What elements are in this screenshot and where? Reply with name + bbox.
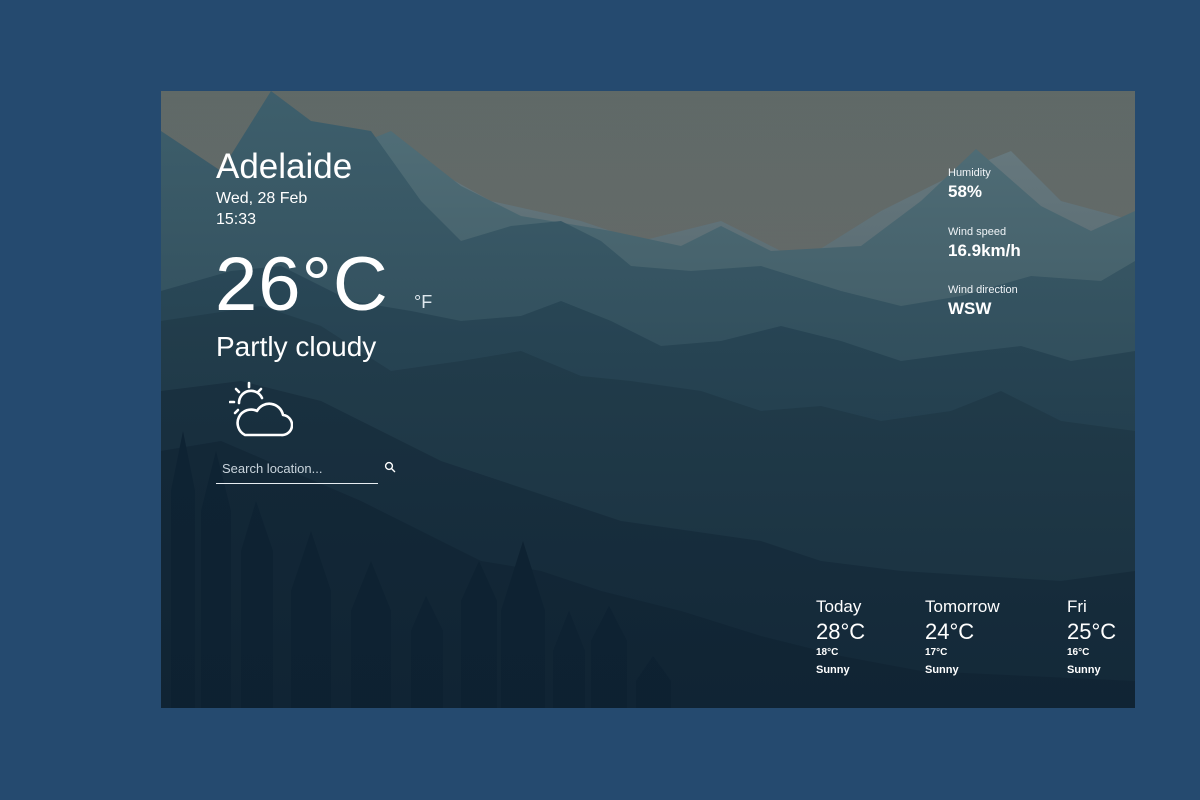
humidity-value: 58%	[948, 182, 983, 201]
search-field	[216, 455, 378, 484]
wind-speed-value: 16.9km/h	[948, 241, 1021, 260]
current-temperature: 26°C	[215, 242, 389, 327]
forecast-condition: Sunny	[925, 664, 959, 676]
city-name: Adelaide	[216, 147, 353, 186]
search-icon[interactable]	[384, 461, 396, 473]
wind-speed-label: Wind speed	[948, 226, 1007, 238]
forecast-low: 18°C	[816, 647, 839, 658]
weather-card: Adelaide Wed, 28 Feb 15:33 26°C °F Partl…	[161, 91, 1135, 708]
forecast-day: Tomorrow	[925, 597, 1000, 616]
forecast-high: 24°C	[925, 619, 975, 644]
current-date: Wed, 28 Feb	[216, 190, 308, 207]
forecast-high: 28°C	[816, 619, 866, 644]
partly-cloudy-icon	[229, 381, 293, 437]
forecast-high: 25°C	[1067, 619, 1117, 644]
forecast-low: 16°C	[1067, 647, 1090, 658]
fahrenheit-toggle[interactable]: °F	[414, 292, 432, 313]
forecast-day: Fri	[1067, 597, 1087, 616]
current-condition: Partly cloudy	[216, 331, 377, 362]
search-input[interactable]	[216, 455, 378, 480]
wind-direction-value: WSW	[948, 299, 992, 318]
humidity-label: Humidity	[948, 167, 991, 179]
forecast-low: 17°C	[925, 647, 948, 658]
wind-direction-label: Wind direction	[948, 284, 1018, 296]
forecast-day: Today	[816, 597, 862, 616]
forecast-condition: Sunny	[1067, 664, 1101, 676]
forecast-condition: Sunny	[816, 664, 850, 676]
current-time: 15:33	[216, 211, 257, 228]
